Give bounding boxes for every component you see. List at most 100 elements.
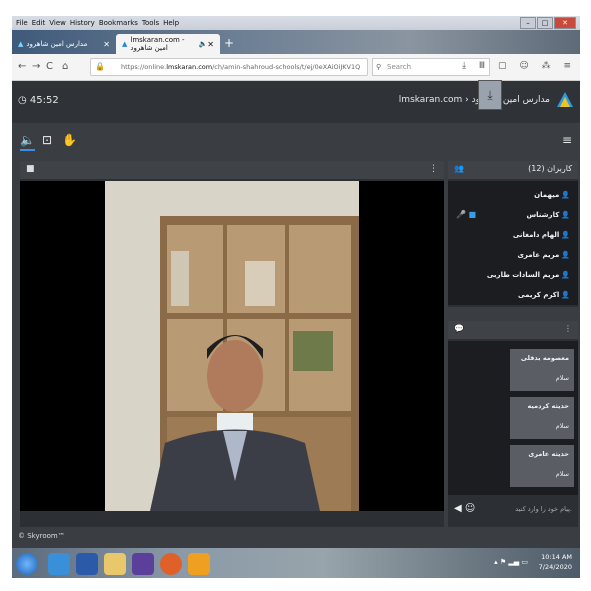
tab-favicon-icon: ▲ bbox=[18, 40, 24, 48]
user-icon: 👤 bbox=[561, 211, 570, 219]
microphone-icon: 🎤 ■ bbox=[456, 210, 477, 219]
menu-view[interactable]: View bbox=[49, 19, 66, 27]
user-icon: 👤 bbox=[561, 291, 570, 299]
presenter-video-frame bbox=[105, 181, 359, 511]
send-emoji-icon[interactable]: ◀ ☺ bbox=[454, 503, 475, 514]
message-author: حدیثه کردمیه bbox=[527, 402, 569, 410]
chat-message: معصومه بدقلی سلام bbox=[510, 349, 574, 391]
chat-input-placeholder: پیام خود را وارد کنید. bbox=[515, 505, 572, 513]
menu-help[interactable]: Help bbox=[163, 19, 179, 27]
address-bar[interactable]: 🔒 https://online.lmskaran.com/ch/amin-sh… bbox=[90, 58, 368, 76]
start-button-icon[interactable] bbox=[16, 553, 38, 575]
close-tab-icon[interactable]: ✕ bbox=[207, 40, 214, 49]
new-tab-button[interactable]: + bbox=[224, 36, 234, 50]
clock[interactable]: 10:14 AM 7/24/2020 bbox=[539, 552, 572, 572]
session-timer: ◷ 45:52 bbox=[18, 95, 59, 106]
download-icon[interactable]: ⤓ bbox=[478, 80, 502, 110]
chat-options-icon[interactable]: ⋮ bbox=[564, 324, 572, 333]
users-icon: 👥 bbox=[454, 164, 464, 173]
close-window-button[interactable]: ✕ bbox=[554, 17, 576, 29]
maximize-button[interactable]: □ bbox=[537, 17, 553, 29]
message-author: حدیثه عامری bbox=[528, 450, 569, 458]
reload-icon[interactable]: C bbox=[46, 61, 53, 72]
file-explorer-icon[interactable] bbox=[104, 553, 126, 575]
users-list: میهمان 👤 🎤 ■ کارشناس 👤 الهام دامغانی 👤 مریم… bbox=[448, 181, 578, 305]
chat-panel: 💬 ⋮ معصومه بدقلی سلام حدیثه کردمیه سلام … bbox=[448, 321, 578, 527]
menu-bar: File Edit View History Bookmarks Tools H… bbox=[12, 16, 580, 30]
chat-message: حدیثه عامری سلام bbox=[510, 445, 574, 487]
tab-favicon-icon: ▲ bbox=[122, 40, 128, 48]
presenter-video bbox=[105, 181, 359, 511]
menu-tools[interactable]: Tools bbox=[142, 19, 159, 27]
user-item[interactable]: الهام دامغانی 👤 bbox=[513, 231, 570, 239]
breadcrumb[interactable]: lmskaran.com › مدارس امین شاهرود bbox=[399, 95, 550, 105]
tab-amin-schools[interactable]: ▲ مدارس امین شاهرود ✕ bbox=[12, 34, 116, 54]
user-name: کارشناس bbox=[526, 211, 560, 219]
tray-icons[interactable]: ▴ ⚑ ▂▄ ▭ bbox=[494, 558, 528, 566]
raise-hand-icon[interactable]: ✋ bbox=[62, 133, 77, 147]
user-name: الهام دامغانی bbox=[512, 231, 560, 239]
word-icon[interactable] bbox=[76, 553, 98, 575]
timer-value: 45:52 bbox=[29, 95, 59, 106]
back-icon[interactable]: ← bbox=[18, 61, 26, 72]
user-name: اکرم کریمی bbox=[518, 291, 560, 299]
chat-input[interactable]: ◀ ☺ پیام خود را وارد کنید. bbox=[448, 499, 578, 521]
clock-date: 7/24/2020 bbox=[538, 563, 572, 571]
user-icon: 👤 bbox=[561, 191, 570, 199]
windows-taskbar: ▴ ⚑ ▂▄ ▭ 10:14 AM 7/24/2020 bbox=[12, 548, 580, 578]
user-item[interactable]: کارشناس 👤 bbox=[527, 211, 570, 219]
user-name: مریم عامری bbox=[517, 251, 560, 259]
chat-panel-header: 💬 ⋮ bbox=[448, 321, 578, 339]
user-icon: 👤 bbox=[561, 231, 570, 239]
app-icon[interactable] bbox=[188, 553, 210, 575]
speaker-icon[interactable]: 🔈 bbox=[199, 40, 208, 48]
screen-share-icon[interactable]: ⊡ bbox=[42, 133, 52, 147]
user-item[interactable]: مریم السادات طاربی 👤 bbox=[487, 271, 570, 279]
tab-lmskaran[interactable]: ▲ lmskaran.com - امین شاهرود 🔈 ✕ bbox=[116, 34, 220, 54]
speaker-icon[interactable]: 🔈 bbox=[20, 133, 35, 151]
skyroom-brand: © Skyroom™ bbox=[18, 532, 65, 540]
close-tab-icon[interactable]: ✕ bbox=[103, 40, 110, 49]
lock-icon: 🔒 bbox=[95, 62, 105, 71]
users-panel: 👥 کاربران (12) میهمان 👤 🎤 ■ کارشناس 👤 الها… bbox=[448, 161, 578, 307]
chat-messages: معصومه بدقلی سلام حدیثه کردمیه سلام حدیث… bbox=[448, 341, 578, 495]
minimize-button[interactable]: – bbox=[520, 17, 536, 29]
hamburger-menu-icon[interactable]: ≡ bbox=[562, 133, 572, 147]
firefox-icon[interactable] bbox=[160, 553, 182, 575]
video-stage bbox=[20, 181, 444, 511]
toolbar-icons[interactable]: ⤓ Ⅲ ▢ ☺ ⁂ ≡ bbox=[462, 61, 576, 71]
menu-bookmarks[interactable]: Bookmarks bbox=[99, 19, 138, 27]
user-item[interactable]: مریم عامری 👤 bbox=[518, 251, 570, 259]
media-player-icon[interactable] bbox=[132, 553, 154, 575]
user-item[interactable]: اکرم کریمی 👤 bbox=[518, 291, 570, 299]
menu-edit[interactable]: Edit bbox=[32, 19, 46, 27]
lmskaran-logo-icon bbox=[557, 92, 573, 107]
internet-explorer-icon[interactable] bbox=[48, 553, 70, 575]
tab-strip: ▲ مدارس امین شاهرود ✕ ▲ lmskaran.com - ا… bbox=[12, 30, 580, 54]
navigation-bar: ← → C ⌂ 🔒 https://online.lmskaran.com/ch… bbox=[12, 54, 580, 81]
message-text: سلام bbox=[555, 374, 569, 382]
message-text: سلام bbox=[555, 422, 569, 430]
users-panel-header: 👥 کاربران (12) bbox=[448, 161, 578, 179]
search-placeholder: Search bbox=[387, 63, 412, 71]
url-domain: lmskaran.com bbox=[166, 63, 213, 71]
url-path: /ch/amin-shahroud-schools/t/ej/0eXAiOiJK… bbox=[212, 63, 361, 71]
video-panel: ■ ⋮ bbox=[20, 161, 444, 527]
browser-window: File Edit View History Bookmarks Tools H… bbox=[12, 16, 580, 578]
message-author: معصومه بدقلی bbox=[520, 354, 569, 362]
tab-label: مدارس امین شاهرود bbox=[26, 40, 88, 48]
chat-message: حدیثه کردمیه سلام bbox=[510, 397, 574, 439]
users-title: کاربران (12) bbox=[528, 164, 572, 173]
user-name: مریم السادات طاربی bbox=[486, 271, 560, 279]
user-icon: 👤 bbox=[561, 251, 570, 259]
user-name: میهمان bbox=[534, 191, 560, 199]
video-panel-header: ■ ⋮ bbox=[20, 161, 444, 179]
home-icon[interactable]: ⌂ bbox=[62, 61, 68, 72]
url-prefix: https://online. bbox=[121, 63, 167, 71]
tab-label: lmskaran.com - امین شاهرود bbox=[130, 36, 185, 52]
menu-history[interactable]: History bbox=[70, 19, 95, 27]
forward-icon[interactable]: → bbox=[32, 61, 40, 72]
menu-file[interactable]: File bbox=[16, 19, 28, 27]
user-item[interactable]: میهمان 👤 bbox=[534, 191, 570, 199]
video-options-icon[interactable]: ⋮ bbox=[429, 164, 438, 174]
